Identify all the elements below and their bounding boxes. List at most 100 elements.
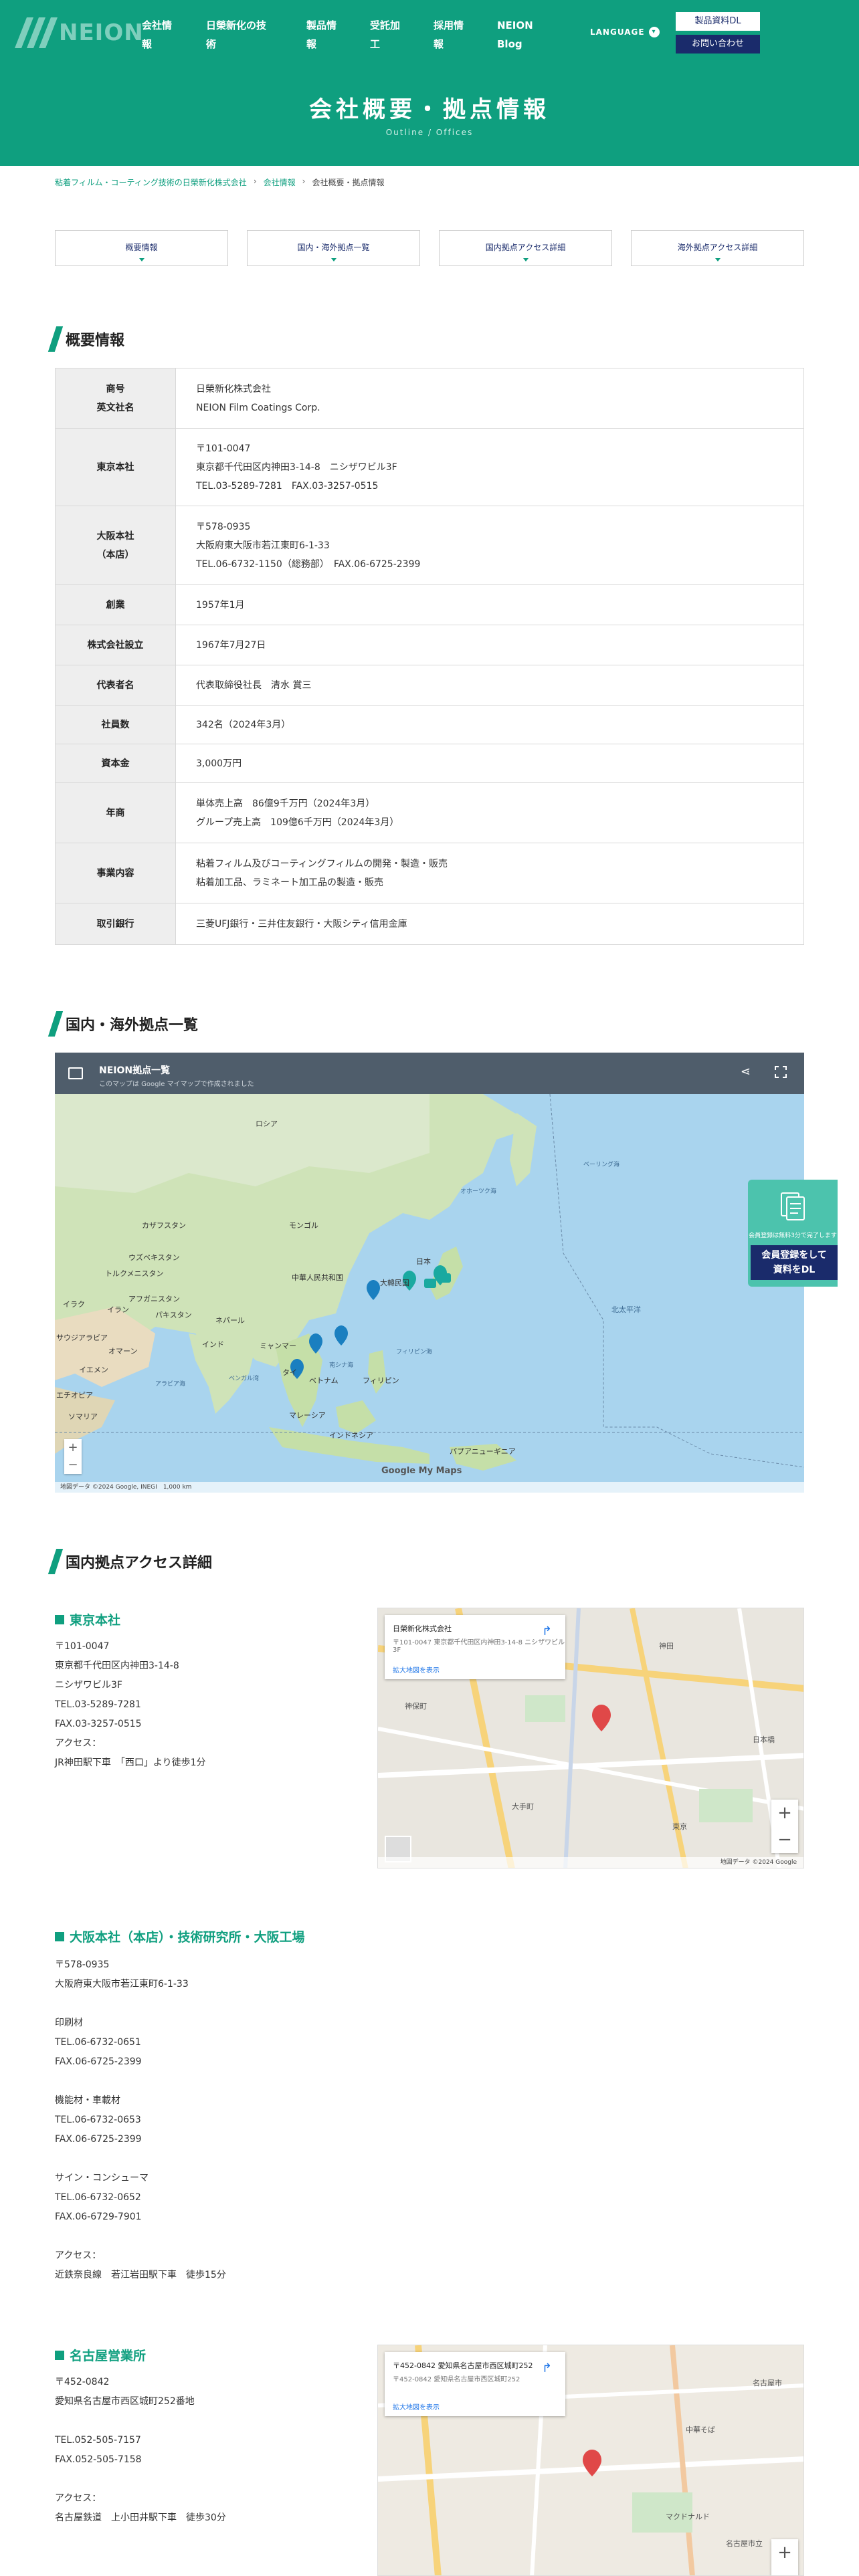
share-icon[interactable]: ⋖	[741, 1065, 751, 1079]
row-value: 日榮新化株式会社 NEION Film Coatings Corp.	[175, 368, 804, 429]
nav-products[interactable]: 製品情報	[306, 16, 370, 53]
map-label: 中華そば	[686, 2426, 715, 2434]
heading-bar	[47, 1011, 64, 1037]
nav-technology[interactable]: 日榮新化の技術	[206, 16, 306, 53]
tab-overview[interactable]: 概要情報	[55, 230, 228, 266]
heading-bar	[47, 1549, 64, 1574]
directions-icon[interactable]: ↱	[542, 1624, 552, 1638]
section-heading-domestic: 国内拠点アクセス詳細	[47, 1549, 212, 1574]
row-value: 1957年1月	[175, 584, 804, 625]
office-details-osaka: 〒578-0935 大阪府東大阪市若江東町6-1-33 印刷材 TEL.06-6…	[55, 1959, 226, 2280]
table-row: 株式会社設立 1967年7月27日	[55, 625, 804, 665]
row-key: 東京本社	[55, 428, 176, 506]
map-label: パプアニューギニア	[450, 1447, 516, 1456]
map-label: ベーリング海	[583, 1160, 619, 1168]
map-label: 神田	[659, 1641, 674, 1650]
map-subtitle: このマップは Google マイマップで作成されました	[99, 1081, 254, 1088]
world-map-graphic: ロシア モンゴル カザフスタン ウズベキスタン トルクメニスタン イラク イラン…	[55, 1053, 804, 1493]
map-label: 東京	[672, 1822, 687, 1831]
view-larger-map-link[interactable]: 拡大地図を表示	[393, 1665, 440, 1675]
map-zoom-control[interactable]: +−	[771, 1800, 798, 1853]
row-key: 代表者名	[55, 665, 176, 706]
product-download-button[interactable]: 製品資料DL	[676, 12, 760, 31]
row-key: 取引銀行	[55, 903, 176, 945]
contact-button[interactable]: お問い合わせ	[676, 35, 760, 53]
logo-text: NEION	[59, 19, 144, 46]
row-value: 1967年7月27日	[175, 625, 804, 665]
map-label: フィリピン	[363, 1376, 399, 1385]
table-row: 事業内容 粘着フィルム及びコーティングフィルムの開発・製造・販売 粘着加工品、ラミ…	[55, 843, 804, 903]
row-key: 商号 英文社名	[55, 368, 176, 429]
sidebar-toggle-icon[interactable]	[68, 1067, 83, 1079]
row-value: 単体売上高 86億9千万円（2024年3月） グループ売上高 109億6千万円（2…	[175, 782, 804, 843]
map-label: オホーツク海	[460, 1187, 496, 1195]
map-label: カザフスタン	[142, 1221, 186, 1230]
page-title: 会社概要・拠点情報	[309, 96, 550, 123]
tab-locations[interactable]: 国内・海外拠点一覧	[247, 230, 420, 266]
map-label: イラン	[107, 1305, 129, 1314]
map-label: ウズベキスタン	[128, 1253, 180, 1262]
row-key: 社員数	[55, 705, 176, 744]
row-key: 年商	[55, 782, 176, 843]
map-zoom-control[interactable]: +−	[771, 2539, 798, 2575]
map-label: ロシア	[256, 1119, 278, 1128]
locations-map[interactable]: ロシア モンゴル カザフスタン ウズベキスタン トルクメニスタン イラク イラン…	[55, 1053, 804, 1493]
map-label: 日本橋	[753, 1735, 775, 1744]
tab-domestic-access[interactable]: 国内拠点アクセス詳細	[439, 230, 612, 266]
map-footer: 地図データ ©2024 Google, INEGI 1,000 km	[55, 1482, 804, 1493]
nav-company[interactable]: 会社情報	[142, 16, 206, 53]
row-value: 3,000万円	[175, 744, 804, 783]
nav-contract-processing[interactable]: 受託加工	[370, 16, 434, 53]
map-info-card: 〒452-0842 愛知県名古屋市西区城町252 〒452-0842 愛知県名古…	[385, 2352, 565, 2416]
section-heading-locations: 国内・海外拠点一覧	[47, 1011, 198, 1037]
breadcrumb-home[interactable]: 粘着フィルム・コーティング技術の日榮新化株式会社	[55, 177, 247, 188]
arrow-down-icon	[714, 258, 721, 261]
tab-overseas-access[interactable]: 海外拠点アクセス詳細	[631, 230, 804, 266]
section-heading-overview: 概要情報	[47, 326, 124, 352]
member-signup-banner[interactable]: 会員登録は無料3分で完了します 会員登録をして 資料をDL	[748, 1180, 838, 1287]
map-label: ベトナム	[309, 1376, 339, 1385]
map-title: NEION拠点一覧	[99, 1065, 171, 1076]
arrow-down-icon	[138, 258, 145, 261]
map-label: イエメン	[79, 1366, 108, 1374]
map-label: 大韓民国	[380, 1278, 409, 1287]
breadcrumb-company[interactable]: 会社情報	[264, 177, 296, 188]
map-label: 中華人民共和国	[292, 1273, 343, 1282]
chevron-down-icon: ▾	[648, 27, 660, 37]
nav-recruit[interactable]: 採用情報	[434, 16, 497, 53]
map-nagoya[interactable]: 名古屋市 中華そば 名古屋市立 マクドナルド 〒452-0842 愛知県名古屋市…	[377, 2345, 804, 2576]
table-row: 東京本社 〒101-0047 東京都千代田区内神田3-14-8 ニシザワビル3F T…	[55, 428, 804, 506]
table-row: 大阪本社 （本店） 〒578-0935 大阪府東大阪市若江東町6-1-33 TEL.0…	[55, 506, 804, 585]
map-zoom-control[interactable]: +−	[64, 1439, 82, 1474]
map-label: オマーン	[108, 1347, 137, 1356]
view-larger-map-link[interactable]: 拡大地図を表示	[393, 2401, 440, 2411]
row-value: 代表取締役社長 清水 賞三	[175, 665, 804, 706]
main-nav: 会社情報 日榮新化の技術 製品情報 受託加工 採用情報 NEION Blog	[142, 16, 557, 53]
google-mymaps-logo: Google My Maps	[381, 1466, 462, 1476]
breadcrumb-current: 会社概要・拠点情報	[312, 178, 385, 187]
map-label: エチオピア	[56, 1391, 93, 1400]
map-tokyo[interactable]: 神田 東京 日本橋 大手町 神保町 日榮新化株式会社 〒101-0047 東京都…	[377, 1608, 804, 1868]
directions-icon[interactable]: ↱	[542, 2361, 552, 2375]
heading-bar	[47, 326, 64, 352]
page-subtitle: Outline / Offices	[385, 128, 474, 137]
office-title-tokyo: 東京本社	[55, 1610, 120, 1628]
map-label: ネパール	[215, 1316, 245, 1325]
logo[interactable]: NEION	[11, 16, 144, 49]
square-bullet-icon	[55, 2350, 64, 2360]
map-label: インド	[202, 1340, 224, 1349]
table-row: 代表者名 代表取締役社長 清水 賞三	[55, 665, 804, 706]
nav-blog[interactable]: NEION Blog	[497, 16, 557, 53]
row-key: 資本金	[55, 744, 176, 783]
row-value: 粘着フィルム及びコーティングフィルムの開発・製造・販売 粘着加工品、ラミネート加工…	[175, 843, 804, 903]
row-value: 三菱UFJ銀行・三井住友銀行・大阪シティ信用金庫	[175, 903, 804, 945]
banner-cta[interactable]: 会員登録をして 資料をDL	[751, 1245, 838, 1280]
row-value: 〒578-0935 大阪府東大阪市若江東町6-1-33 TEL.06-6732-11…	[175, 506, 804, 585]
table-row: 取引銀行 三菱UFJ銀行・三井住友銀行・大阪シティ信用金庫	[55, 903, 804, 945]
map-label: サウジアラビア	[56, 1333, 108, 1342]
office-details-tokyo: 〒101-0047 東京都千代田区内神田3-14-8 ニシザワビル3F TEL.…	[55, 1641, 206, 1768]
fullscreen-icon[interactable]	[775, 1066, 787, 1078]
map-label: ベンガル湾	[229, 1374, 259, 1382]
language-selector[interactable]: LANGUAGE ▾	[590, 27, 660, 37]
map-label: インドネシア	[329, 1431, 373, 1440]
